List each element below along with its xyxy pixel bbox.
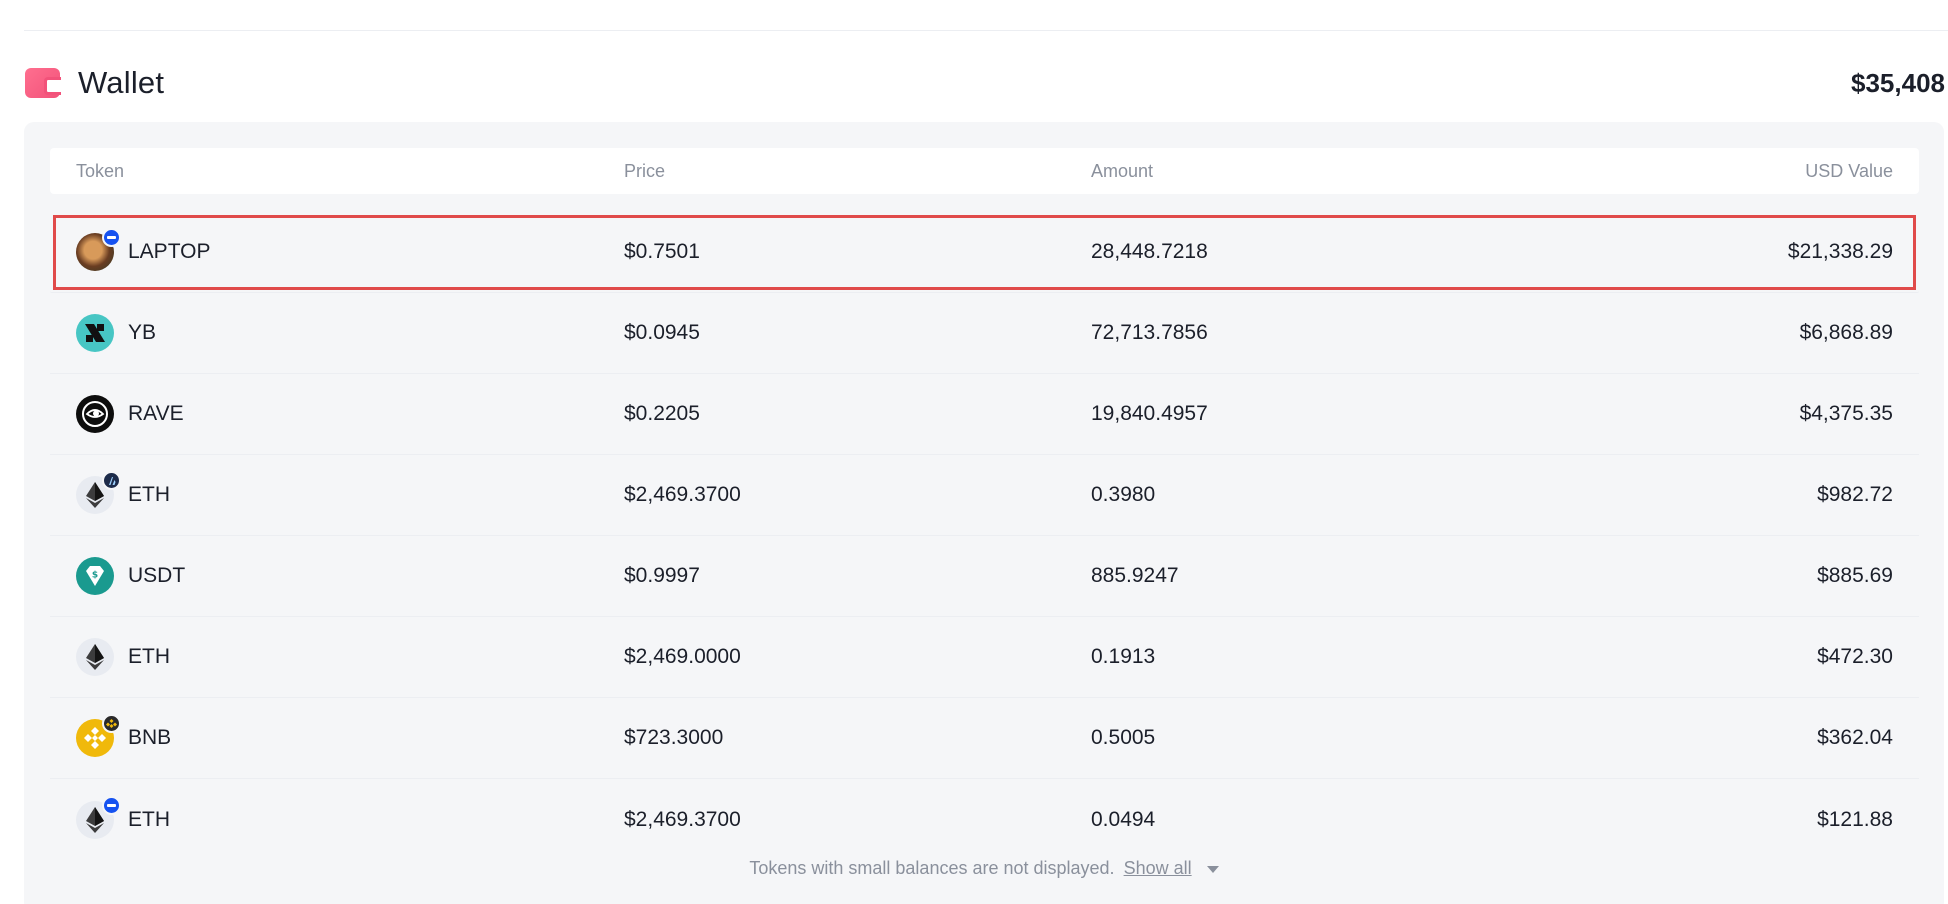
arbitrum-chain-badge-icon — [102, 471, 121, 490]
table-row[interactable]: RAVE $0.2205 19,840.4957 $4,375.35 — [50, 374, 1919, 455]
token-symbol: LAPTOP — [128, 240, 211, 263]
token-usd-value: $21,338.29 — [1787, 240, 1893, 263]
wallet-header: Wallet $35,408 — [25, 62, 1945, 104]
bnb-chain-badge-icon — [102, 714, 121, 733]
token-cell: ETH — [76, 471, 170, 514]
token-symbol: BNB — [128, 726, 172, 749]
wallet-title: Wallet — [78, 65, 165, 100]
token-cell: RAVE — [76, 395, 184, 433]
token-amount: 885.9247 — [1091, 564, 1179, 587]
token-usd-value: $885.69 — [1817, 564, 1893, 587]
usdt-token-icon: $ — [76, 557, 114, 595]
table-row[interactable]: $ USDT $0.9997 885.9247 $885.69 — [50, 536, 1919, 617]
top-divider — [24, 30, 1948, 31]
token-price: $0.9997 — [624, 564, 700, 587]
token-cell: BNB — [76, 714, 172, 757]
wallet-token-panel: Token Price Amount USD Value LAPTOP $0.7… — [24, 122, 1944, 904]
table-row[interactable]: ETH $2,469.0000 0.1913 $472.30 — [50, 617, 1919, 698]
token-symbol: ETH — [128, 807, 170, 831]
table-header: Token Price Amount USD Value — [50, 148, 1919, 194]
token-symbol: USDT — [128, 564, 186, 587]
chevron-down-icon[interactable] — [1206, 865, 1219, 873]
wallet-icon — [25, 68, 61, 98]
header-usd-value: USD Value — [1805, 160, 1893, 181]
small-balances-text: Tokens with small balances are not displ… — [749, 858, 1115, 878]
token-cell: LAPTOP — [76, 228, 211, 271]
token-price: $2,469.0000 — [624, 645, 741, 668]
token-price: $2,469.3700 — [624, 483, 741, 506]
token-cell: ETH — [76, 795, 170, 839]
eth-token-icon — [76, 471, 121, 514]
bnb-token-icon — [76, 714, 121, 757]
token-usd-value: $982.72 — [1817, 483, 1893, 506]
token-amount: 0.0494 — [1091, 807, 1156, 831]
token-cell: $ USDT — [76, 557, 185, 595]
token-symbol: RAVE — [128, 402, 184, 425]
svg-text:$: $ — [92, 571, 98, 581]
token-price: $0.0945 — [624, 321, 700, 344]
token-amount: 28,448.7218 — [1091, 240, 1208, 263]
token-rows: LAPTOP $0.7501 28,448.7218 $21,338.29 YB… — [50, 212, 1919, 860]
token-price: $0.7501 — [624, 240, 700, 263]
table-row[interactable]: BNB $723.3000 0.5005 $362.04 — [50, 698, 1919, 779]
eth-token-icon — [76, 638, 114, 676]
eth-token-icon — [76, 795, 121, 839]
header-price: Price — [624, 160, 666, 181]
token-amount: 72,713.7856 — [1091, 321, 1208, 344]
token-cell: YB — [76, 314, 156, 352]
token-symbol: ETH — [128, 645, 170, 668]
base-chain-badge-icon — [102, 795, 121, 815]
token-usd-value: $121.88 — [1817, 807, 1893, 831]
rave-token-icon — [76, 395, 114, 433]
small-balances-note: Tokens with small balances are not displ… — [24, 858, 1944, 879]
table-row[interactable]: ETH $2,469.3700 0.3980 $982.72 — [50, 455, 1919, 536]
token-amount: 0.5005 — [1091, 726, 1156, 749]
token-price: $723.3000 — [624, 726, 724, 749]
header-token: Token — [76, 160, 125, 181]
token-amount: 19,840.4957 — [1091, 402, 1208, 425]
token-usd-value: $362.04 — [1817, 726, 1893, 749]
token-amount: 0.3980 — [1091, 483, 1156, 506]
base-chain-badge-icon — [102, 228, 121, 247]
token-amount: 0.1913 — [1091, 645, 1156, 668]
token-usd-value: $6,868.89 — [1799, 321, 1893, 344]
token-usd-value: $4,375.35 — [1799, 402, 1893, 425]
table-row[interactable]: LAPTOP $0.7501 28,448.7218 $21,338.29 — [50, 212, 1919, 293]
token-price: $0.2205 — [624, 402, 700, 425]
header-amount: Amount — [1091, 160, 1154, 181]
laptop-token-icon — [76, 228, 121, 271]
yb-token-icon — [76, 314, 114, 352]
table-row[interactable]: ETH $2,469.3700 0.0494 $121.88 — [50, 779, 1919, 860]
token-price: $2,469.3700 — [624, 807, 741, 831]
table-row[interactable]: YB $0.0945 72,713.7856 $6,868.89 — [50, 293, 1919, 374]
show-all-link[interactable]: Show all — [1124, 858, 1192, 878]
wallet-total-value: $35,408 — [1851, 67, 1945, 98]
token-cell: ETH — [76, 638, 170, 676]
token-usd-value: $472.30 — [1817, 645, 1893, 668]
token-symbol: ETH — [128, 483, 170, 506]
token-symbol: YB — [128, 321, 157, 344]
